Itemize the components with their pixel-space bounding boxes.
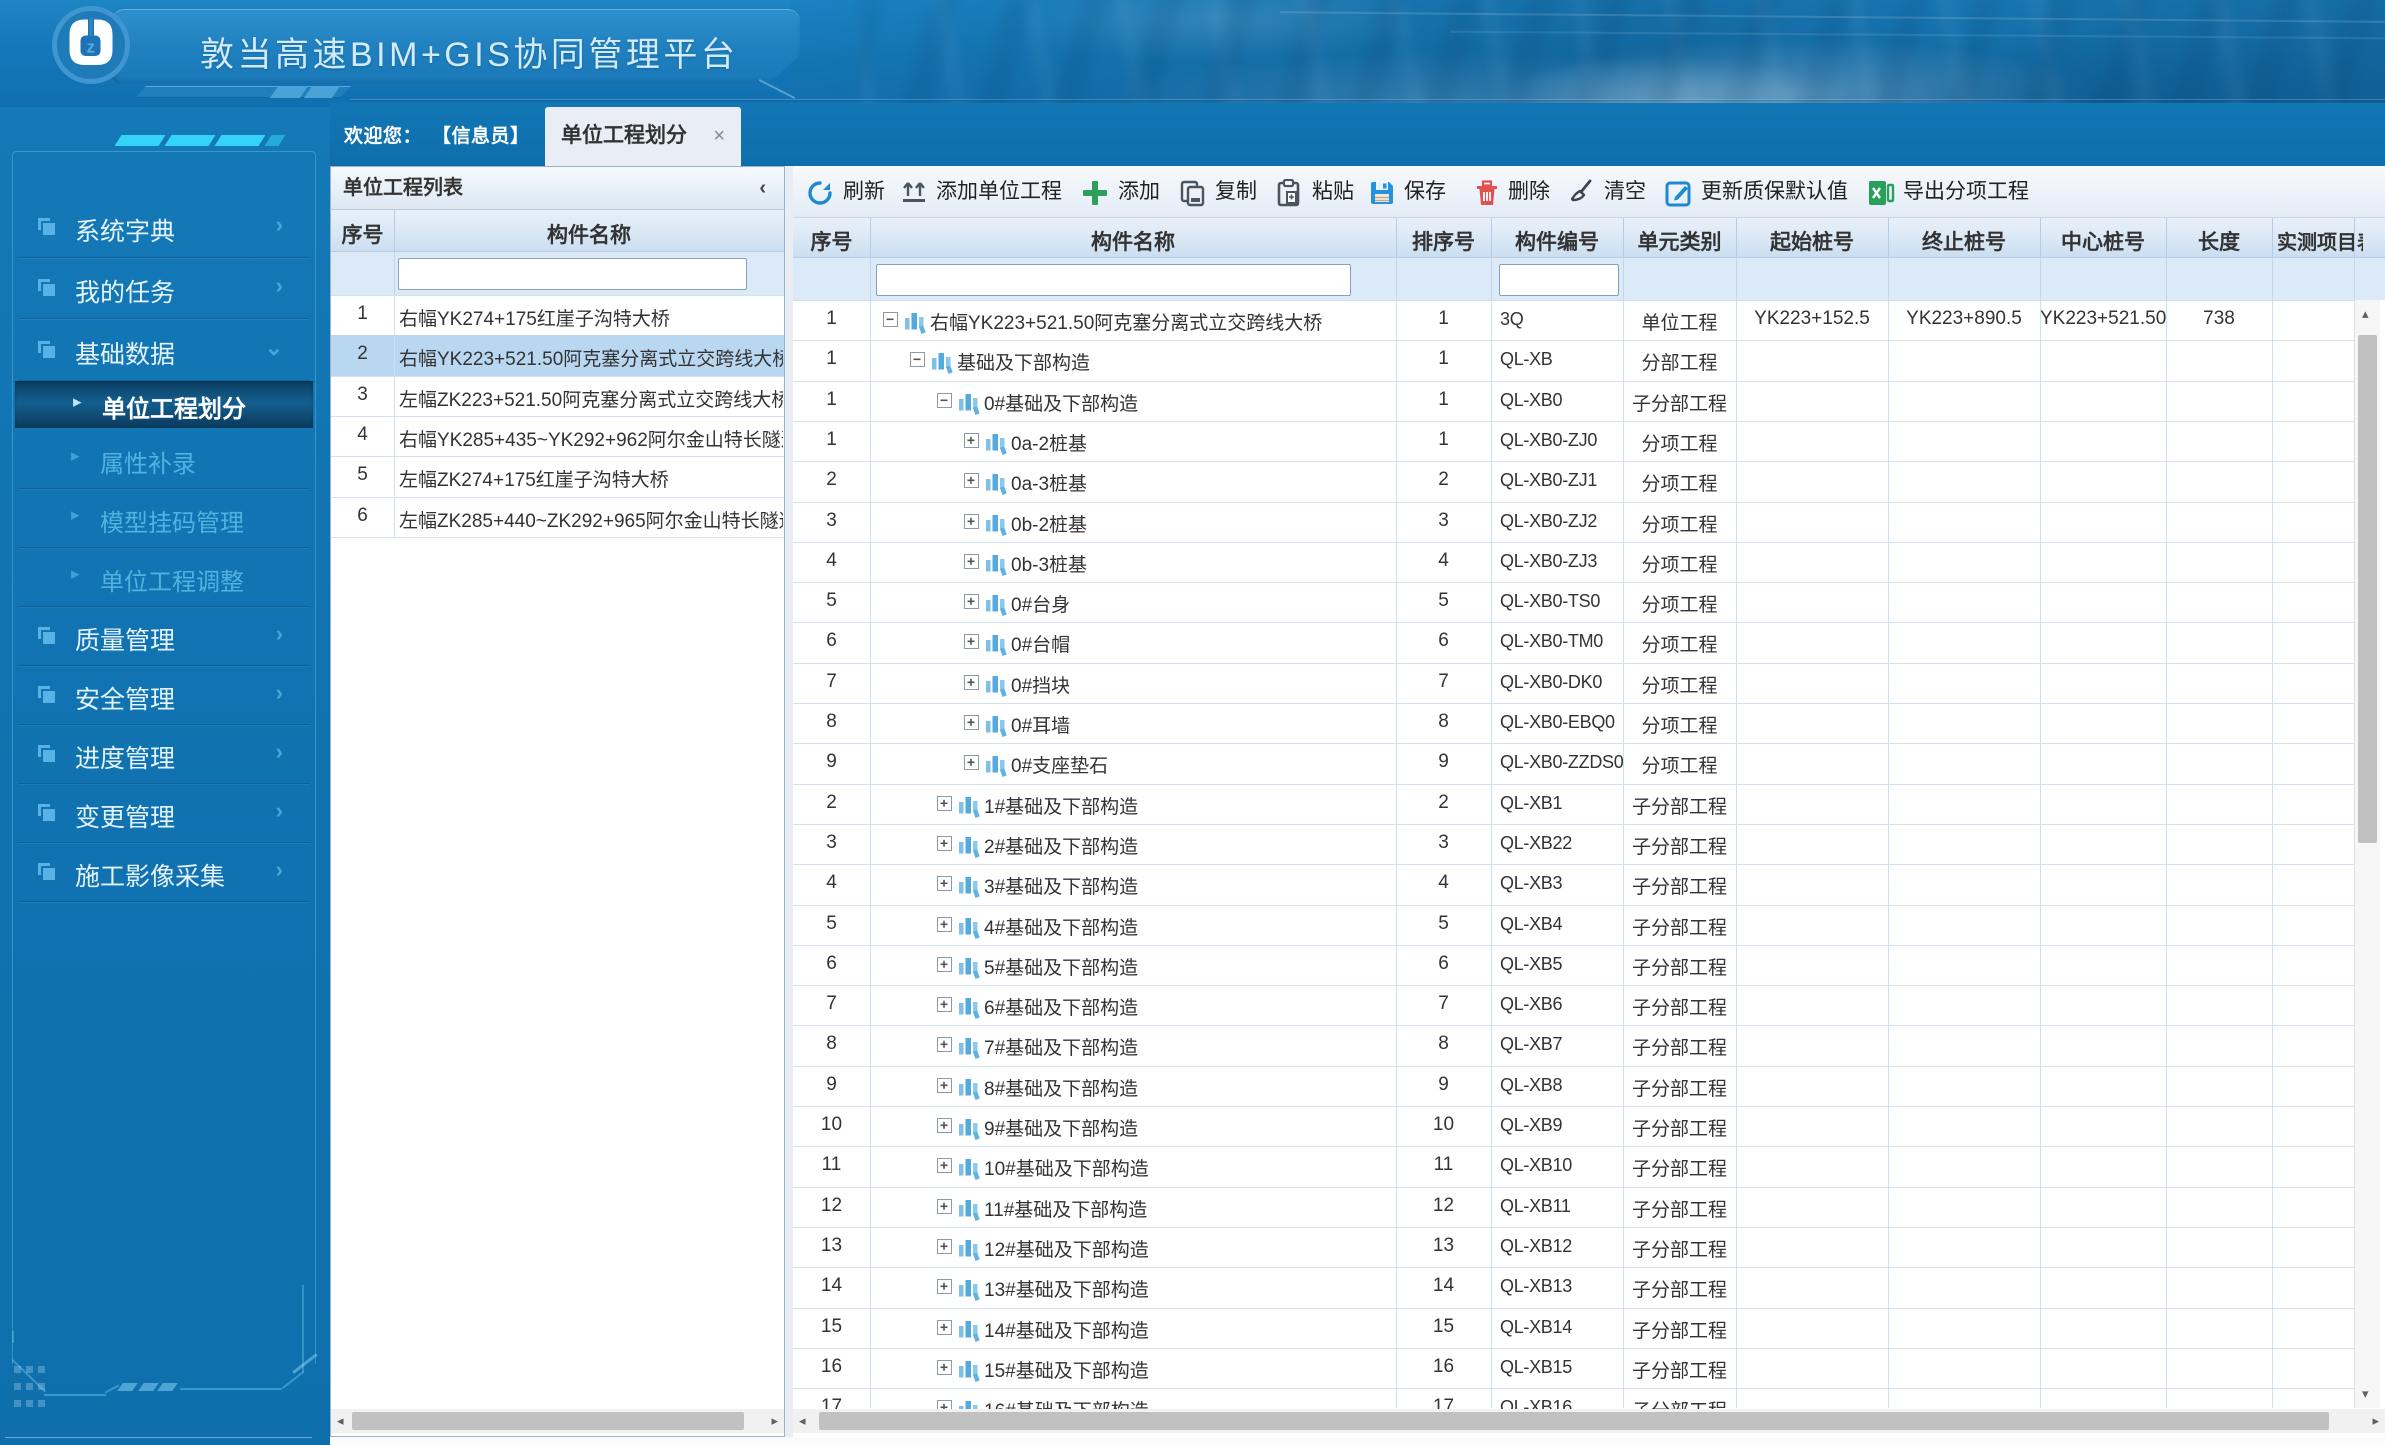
svg-text:z: z bbox=[87, 38, 96, 57]
